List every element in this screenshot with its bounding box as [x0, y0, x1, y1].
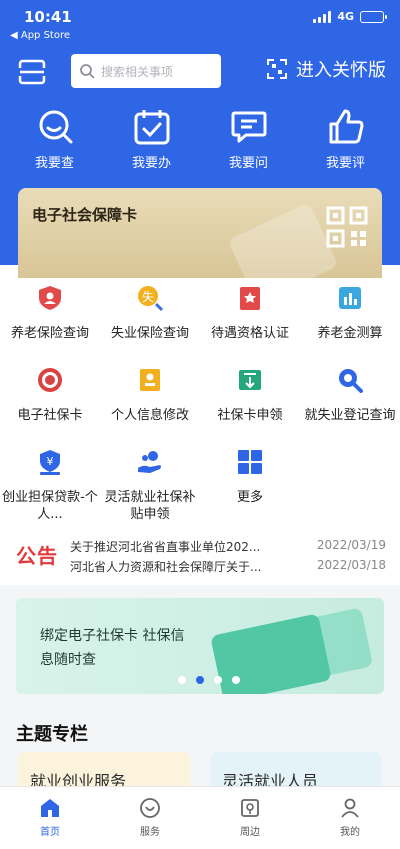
care-mode-button[interactable]: 进入关怀版 [266, 56, 386, 82]
service-label: 待遇资格认证 [210, 326, 289, 341]
service-more[interactable]: 更多 [200, 444, 300, 512]
quick-action-handle[interactable]: 我要办 [112, 108, 192, 171]
service-startup-loan[interactable]: ¥ 创业担保贷款-个人... [0, 444, 100, 522]
quick-action-label: 我要问 [228, 156, 268, 171]
bind-card-banner[interactable]: 绑定电子社保卡 社保信息随时查 [16, 598, 384, 694]
service-label: 个人信息修改 [110, 408, 189, 423]
search-icon [80, 64, 95, 79]
notice-tag: 公告 [16, 544, 58, 568]
nearby-icon [241, 799, 259, 817]
banner-dot[interactable] [214, 676, 222, 684]
chat-icon [231, 111, 266, 143]
tab-label: 周边 [240, 827, 260, 838]
card-title: 电子社会保障卡 [32, 206, 138, 224]
quick-actions: 我要查 我要办 我要问 我要评 [0, 108, 400, 171]
home-icon [41, 799, 59, 817]
notice-board: 公告 关于推迟河北省省直事业单位202... 2022/03/19 河北省人力资… [0, 530, 400, 585]
search-row: 搜索相关事项 进入关怀版 [16, 54, 386, 90]
service-grid: 养老保险查询 失 失业保险查询 待遇资格认证 养老金测算 电子社保卡 个人信息修… [0, 280, 400, 522]
tab-service[interactable]: 服务 [100, 787, 200, 849]
magnify-chat-icon [39, 110, 72, 144]
scan-icon[interactable] [18, 59, 46, 85]
service-card-apply[interactable]: 社保卡申领 [200, 362, 300, 430]
service-flexible-employment-subsidy[interactable]: 灵活就业社保补贴申领 [100, 444, 200, 522]
quick-action-label: 我要查 [34, 156, 74, 171]
bottom-tab-bar: 首页 服务 周边 我的 [0, 786, 400, 849]
banner-dot-active[interactable] [196, 676, 204, 684]
notice-item[interactable]: 河北省人力资源和社会保障厅关于... 2022/03/18 [70, 558, 386, 575]
service-label: 就失业登记查询 [304, 408, 396, 423]
service-profile-edit[interactable]: 个人信息修改 [100, 362, 200, 430]
loan-icon: ¥ [40, 450, 60, 475]
calendar-check-icon [134, 110, 169, 145]
notice-title: 关于推迟河北省省直事业单位202... [70, 540, 261, 554]
notice-date: 2022/03/18 [316, 558, 386, 572]
signal-icon [313, 10, 332, 23]
service-pension-calc[interactable]: 养老金测算 [300, 280, 400, 348]
service-employment-registration[interactable]: 就失业登记查询 [300, 362, 400, 430]
service-label: 灵活就业社保补贴申领 [104, 490, 196, 522]
service-qualification-cert[interactable]: 待遇资格认证 [200, 280, 300, 348]
topics-title: 主题专栏 [16, 724, 88, 745]
search-placeholder: 搜索相关事项 [101, 64, 174, 79]
profile-icon [341, 798, 359, 818]
pension-icon [39, 286, 61, 310]
hand-coin-icon [138, 451, 161, 473]
service-label: 创业担保贷款-个人... [2, 490, 98, 522]
tab-label: 首页 [40, 827, 60, 838]
service-label: 更多 [236, 490, 263, 505]
grid-icon [238, 450, 262, 474]
svg-text:¥: ¥ [47, 455, 54, 468]
qr-code-icon[interactable] [326, 206, 368, 248]
service-label: 失业保险查询 [110, 326, 189, 341]
back-to-app-store[interactable]: ◀ App Store [10, 30, 70, 41]
social-security-card[interactable]: 电子社会保障卡 [18, 188, 382, 278]
banner-dot[interactable] [232, 676, 240, 684]
status-right: 4G [313, 10, 387, 23]
service-e-card[interactable]: 电子社保卡 [0, 362, 100, 430]
svg-text:失: 失 [142, 289, 154, 304]
care-mode-label: 进入关怀版 [296, 60, 386, 81]
quick-action-ask[interactable]: 我要问 [209, 108, 289, 171]
notice-item[interactable]: 关于推迟河北省省直事业单位202... 2022/03/19 [70, 538, 386, 555]
tab-nearby[interactable]: 周边 [200, 787, 300, 849]
search-input[interactable]: 搜索相关事项 [71, 54, 221, 88]
badge-icon [38, 368, 62, 392]
unemployment-icon: 失 [138, 286, 164, 312]
service-unemployment-query[interactable]: 失 失业保险查询 [100, 280, 200, 348]
banner-pagination[interactable] [178, 676, 240, 684]
tab-profile[interactable]: 我的 [300, 787, 400, 849]
service-label: 社保卡申领 [217, 408, 283, 423]
notice-date: 2022/03/19 [316, 538, 386, 552]
care-mode-icon [267, 59, 287, 79]
service-label: 养老保险查询 [10, 326, 89, 341]
download-card-icon [239, 370, 261, 390]
tab-label: 我的 [340, 827, 360, 838]
tab-home[interactable]: 首页 [0, 787, 100, 849]
certification-icon [240, 287, 260, 310]
thumb-up-icon [329, 109, 363, 144]
banner-dot[interactable] [178, 676, 186, 684]
quick-action-rate[interactable]: 我要评 [306, 108, 386, 171]
status-bar: 10:41 ◀ App Store 4G [10, 6, 387, 42]
service-icon [140, 798, 160, 818]
profile-card-icon [140, 369, 160, 391]
chart-icon [339, 287, 361, 309]
service-pension-query[interactable]: 养老保险查询 [0, 280, 100, 348]
quick-action-query[interactable]: 我要查 [15, 108, 95, 171]
card-decoration [227, 202, 339, 278]
search-icon [339, 369, 363, 393]
banner-text: 绑定电子社保卡 社保信息随时查 [40, 628, 185, 668]
network-label: 4G [337, 10, 354, 23]
service-label: 养老金测算 [317, 326, 383, 341]
notice-title: 河北省人力资源和社会保障厅关于... [70, 560, 262, 574]
quick-action-label: 我要办 [131, 156, 171, 171]
tab-label: 服务 [140, 827, 160, 838]
status-time: 10:41 [24, 8, 72, 26]
battery-icon [360, 10, 387, 23]
service-label: 电子社保卡 [17, 408, 83, 423]
quick-action-label: 我要评 [325, 156, 365, 171]
